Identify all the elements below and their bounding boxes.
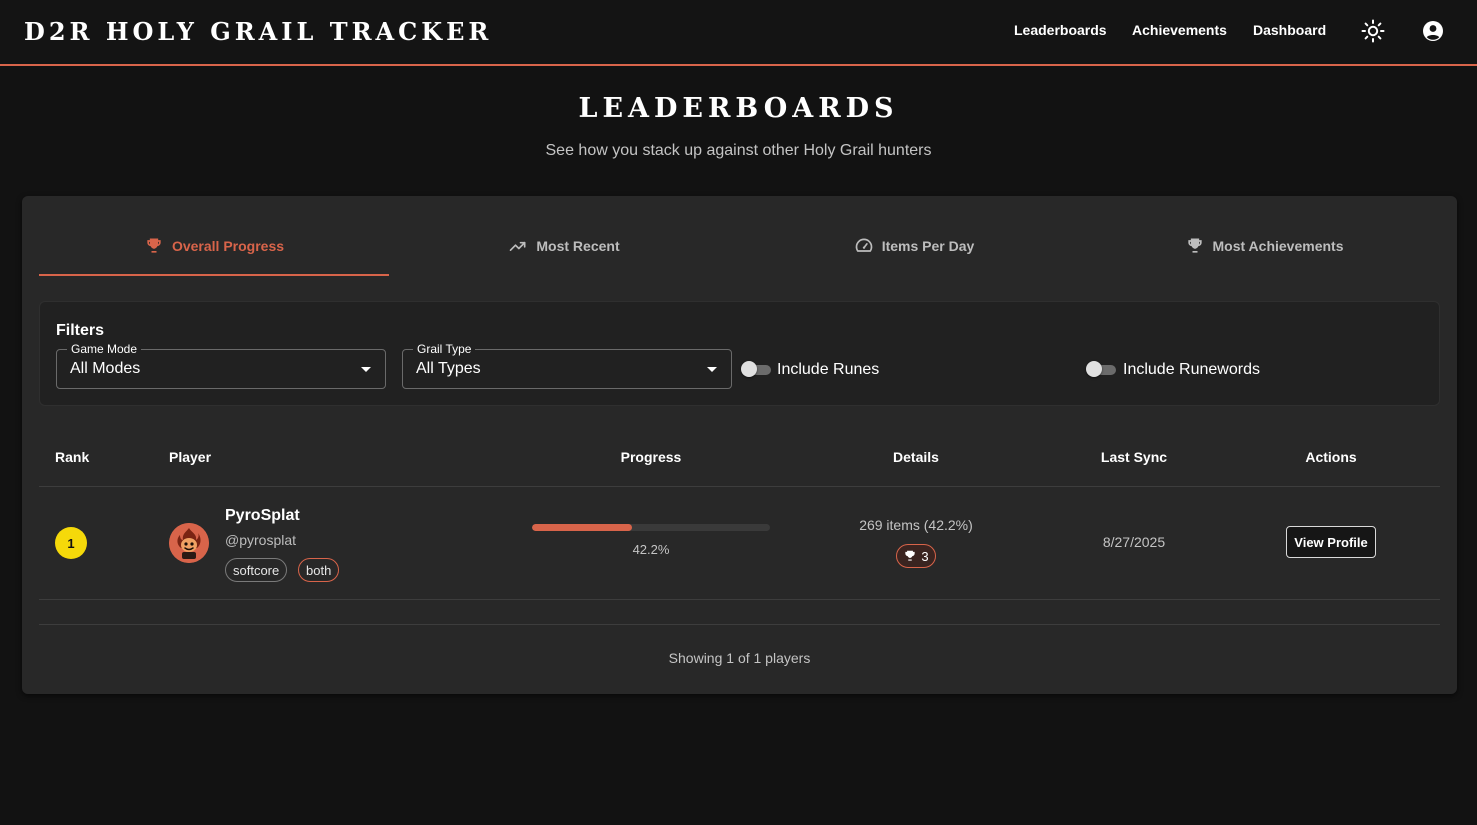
table-divider xyxy=(39,486,1440,487)
column-header-last-sync: Last Sync xyxy=(1100,449,1168,465)
grail-type-value: All Types xyxy=(416,360,481,377)
include-runes-toggle[interactable] xyxy=(741,361,771,377)
trophy-icon xyxy=(147,238,161,253)
include-runewords-toggle[interactable] xyxy=(1086,361,1116,377)
column-header-rank: Rank xyxy=(55,449,90,465)
player-handle: @pyrosplat xyxy=(225,532,297,548)
nav-dashboard[interactable]: Dashboard xyxy=(1253,22,1326,38)
game-mode-select[interactable]: Game Mode All Modes xyxy=(56,342,386,389)
tab-most-achievements[interactable]: Most Achievements xyxy=(1089,218,1439,274)
pagination-summary: Showing 1 of 1 players xyxy=(668,650,811,666)
include-runes-label: Include Runes xyxy=(777,361,880,378)
app-title[interactable]: D2R HOLY GRAIL TRACKER xyxy=(24,17,492,46)
toggle-thumb xyxy=(741,361,757,377)
details-items: 269 items (42.2%) xyxy=(859,517,973,533)
nav-achievements[interactable]: Achievements xyxy=(1132,22,1227,38)
row-divider xyxy=(39,599,1440,600)
avatar[interactable] xyxy=(169,523,209,563)
tab-overall-progress[interactable]: Overall Progress xyxy=(39,218,389,274)
page-title: LEADERBOARDS xyxy=(578,93,899,124)
filters-title: Filters xyxy=(56,322,105,339)
column-header-actions: Actions xyxy=(1305,449,1357,465)
achievements-count: 3 xyxy=(921,548,929,564)
nav-leaderboards[interactable]: Leaderboards xyxy=(1014,22,1107,38)
achievements-chip: 3 xyxy=(896,544,936,568)
progress-percent: 42.2% xyxy=(632,542,670,557)
tab-most-recent[interactable]: Most Recent xyxy=(389,218,739,274)
tag-chip-both: both xyxy=(298,558,340,582)
leaderboard-tabs: Overall Progress Most Recent Items Per D… xyxy=(39,218,1440,276)
tab-label: Overall Progress xyxy=(171,238,285,254)
tag-chip-softcore: softcore xyxy=(225,558,288,582)
trophy-icon xyxy=(1187,238,1202,253)
sun-icon[interactable] xyxy=(1361,19,1385,43)
active-tab-indicator xyxy=(39,274,389,276)
trophy-icon xyxy=(905,550,916,561)
tab-label: Most Recent xyxy=(536,238,620,254)
player-name[interactable]: PyroSplat xyxy=(225,507,300,525)
progress-bar xyxy=(532,524,770,531)
page-subtitle: See how you stack up against other Holy … xyxy=(545,142,932,159)
column-header-progress: Progress xyxy=(620,449,682,465)
progress-bar-fill xyxy=(532,524,633,531)
app-bar: D2R HOLY GRAIL TRACKER Leaderboards Achi… xyxy=(0,0,1477,66)
chevron-down-icon xyxy=(361,367,371,372)
include-runewords-label: Include Runewords xyxy=(1123,361,1260,378)
leaderboard-card: Overall Progress Most Recent Items Per D… xyxy=(22,196,1457,694)
flame-character-icon xyxy=(169,523,209,563)
trending-up-icon xyxy=(510,241,526,251)
account-circle-icon[interactable] xyxy=(1421,19,1445,43)
tab-label: Items Per Day xyxy=(881,238,975,254)
grail-type-label: Grail Type xyxy=(413,342,476,356)
tab-label: Most Achievements xyxy=(1212,238,1344,254)
game-mode-label: Game Mode xyxy=(67,342,142,356)
footer-divider xyxy=(39,624,1440,625)
view-profile-button[interactable]: View Profile xyxy=(1286,526,1376,558)
column-header-player: Player xyxy=(169,449,212,465)
rank-badge: 1 xyxy=(55,527,87,559)
speedometer-icon xyxy=(855,238,873,252)
chevron-down-icon xyxy=(707,367,717,372)
column-header-details: Details xyxy=(893,449,939,465)
toggle-thumb xyxy=(1086,361,1102,377)
game-mode-value: All Modes xyxy=(70,360,141,377)
filters-panel: Filters Game Mode All Modes Grail Type A… xyxy=(39,301,1440,406)
last-sync-date: 8/27/2025 xyxy=(1102,534,1166,550)
tab-items-per-day[interactable]: Items Per Day xyxy=(739,218,1089,274)
grail-type-select[interactable]: Grail Type All Types xyxy=(402,342,732,389)
